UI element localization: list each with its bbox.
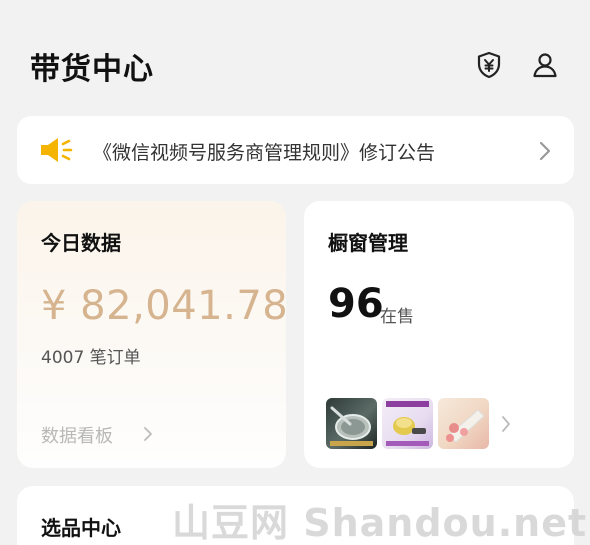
product-thumbnail[interactable] bbox=[438, 398, 489, 449]
chevron-right-icon bbox=[539, 141, 551, 161]
data-dashboard-link[interactable]: 数据看板 bbox=[41, 422, 113, 448]
user-icon[interactable] bbox=[528, 48, 562, 82]
product-thumbnail[interactable] bbox=[326, 398, 377, 449]
window-management-card[interactable]: 橱窗管理 96 在售 bbox=[304, 201, 574, 468]
today-data-title: 今日数据 bbox=[41, 231, 121, 255]
chevron-right-icon bbox=[144, 427, 152, 441]
order-count: 4007 笔订单 bbox=[41, 348, 141, 368]
on-sale-count: 96 bbox=[328, 281, 384, 327]
on-sale-label: 在售 bbox=[380, 307, 414, 327]
speaker-icon bbox=[41, 138, 73, 162]
page-title: 带货中心 bbox=[30, 52, 154, 87]
chevron-right-icon bbox=[502, 416, 510, 432]
header: 带货中心 bbox=[0, 0, 590, 110]
yuan-shield-icon[interactable] bbox=[472, 48, 506, 82]
announcement-bar[interactable]: 《微信视频号服务商管理规则》修订公告 bbox=[17, 116, 574, 184]
product-thumbnail[interactable] bbox=[382, 398, 433, 449]
page: 带货中心 《微信视频号服务商管理规则》修订公告 今日数据 ¥ 82,041.78 bbox=[0, 0, 590, 545]
announcement-text: 《微信视频号服务商管理规则》修订公告 bbox=[93, 142, 436, 164]
product-selection-title: 选品中心 bbox=[41, 516, 121, 540]
sales-amount: ¥ 82,041.78 bbox=[41, 283, 286, 329]
product-thumbnails bbox=[326, 398, 489, 449]
product-selection-card[interactable]: 选品中心 bbox=[17, 486, 574, 545]
window-management-title: 橱窗管理 bbox=[328, 231, 408, 255]
today-data-card[interactable]: 今日数据 ¥ 82,041.78 4007 笔订单 数据看板 bbox=[17, 201, 286, 468]
